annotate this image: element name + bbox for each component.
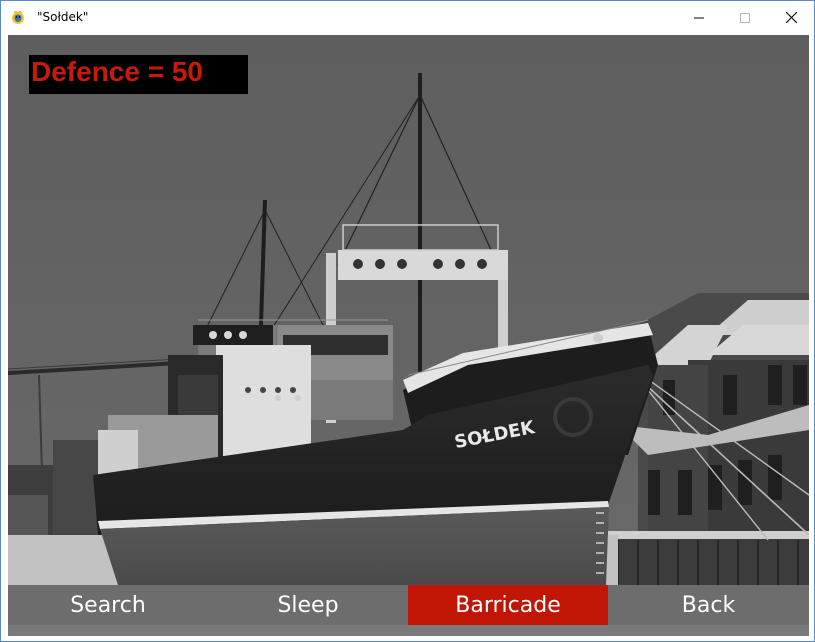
close-icon bbox=[785, 12, 797, 23]
title-bar[interactable]: "Sołdek" bbox=[1, 1, 814, 34]
back-button[interactable]: Back bbox=[608, 585, 809, 625]
search-button[interactable]: Search bbox=[8, 585, 208, 625]
maximize-button[interactable] bbox=[722, 1, 768, 34]
sleep-button[interactable]: Sleep bbox=[208, 585, 408, 625]
ship-photo: SOŁDEK bbox=[8, 35, 809, 636]
game-viewport[interactable]: SOŁDEK Defence = 50 Search Sleep Barrica… bbox=[8, 35, 809, 636]
action-menu: Search Sleep Barricade Back bbox=[8, 585, 809, 625]
game-window: "Sołdek" SOŁDEK Defence = 50 Search Slee… bbox=[0, 0, 815, 642]
bottom-strip bbox=[8, 625, 809, 636]
barricade-button[interactable]: Barricade bbox=[408, 585, 608, 625]
defence-label: Defence = 50 bbox=[31, 56, 203, 87]
minimize-button[interactable] bbox=[676, 1, 722, 34]
maximize-icon bbox=[740, 12, 750, 23]
pygame-snake-icon bbox=[10, 9, 26, 25]
close-button[interactable] bbox=[768, 1, 814, 34]
defence-panel: Defence = 50 bbox=[29, 55, 248, 94]
window-title: "Sołdek" bbox=[37, 10, 89, 24]
minimize-icon bbox=[694, 17, 704, 18]
